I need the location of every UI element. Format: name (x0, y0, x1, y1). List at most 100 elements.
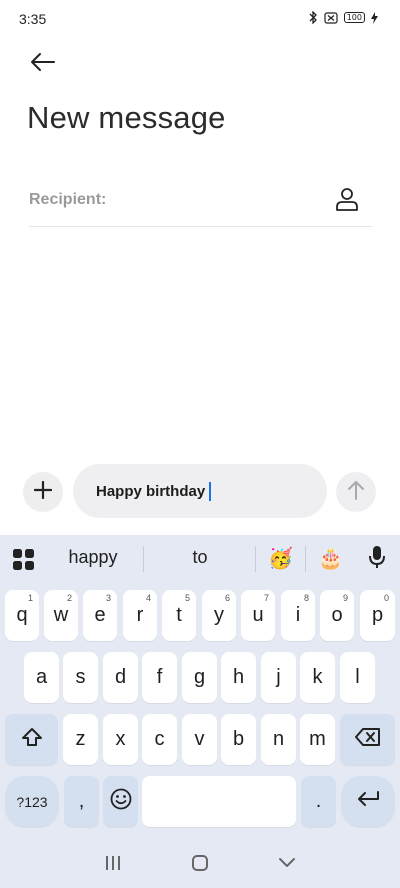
key-label: n (272, 728, 285, 750)
key-n[interactable]: n (261, 714, 296, 765)
arrow-left-icon (29, 52, 55, 77)
emoji-key[interactable] (103, 776, 138, 827)
suggestion-divider (255, 546, 256, 572)
text-cursor (209, 481, 212, 501)
key-u[interactable]: u7 (241, 590, 275, 641)
contact-picker-button[interactable] (334, 186, 360, 212)
key-hint: 5 (184, 593, 190, 603)
key-v[interactable]: v (182, 714, 217, 765)
key-a[interactable]: a (24, 652, 59, 703)
key-label: o (331, 604, 343, 626)
key-label: y (214, 604, 224, 626)
key-hint: 7 (263, 593, 269, 603)
key-comma[interactable]: , (64, 776, 99, 827)
message-text: Happy birthday (96, 482, 206, 500)
symbols-key[interactable]: ?123 (5, 776, 59, 827)
key-g[interactable]: g (182, 652, 217, 703)
key-label: r (136, 604, 144, 626)
key-x[interactable]: x (103, 714, 138, 765)
no-sim-icon (324, 11, 338, 24)
key-m[interactable]: m (300, 714, 335, 765)
chevron-down-icon (278, 856, 296, 874)
send-button[interactable] (336, 472, 376, 512)
key-f[interactable]: f (142, 652, 177, 703)
home-icon (191, 854, 209, 877)
status-icons: 100 (308, 11, 378, 24)
compose-bar: Happy birthday (0, 464, 400, 519)
key-z[interactable]: z (63, 714, 98, 765)
key-hint: 4 (145, 593, 151, 603)
shift-icon (21, 727, 43, 753)
key-q[interactable]: q1 (5, 590, 39, 641)
key-h[interactable]: h (221, 652, 256, 703)
message-input[interactable]: Happy birthday (73, 464, 327, 518)
enter-key[interactable] (341, 776, 395, 827)
key-r[interactable]: r4 (123, 590, 157, 641)
key-label: c (154, 728, 165, 750)
back-button[interactable] (26, 48, 58, 80)
suggestion-divider (143, 546, 144, 572)
key-c[interactable]: c (142, 714, 177, 765)
enter-icon (356, 790, 380, 813)
key-b[interactable]: b (221, 714, 256, 765)
add-attachment-button[interactable] (23, 472, 63, 512)
key-w[interactable]: w2 (44, 590, 78, 641)
key-label: p (371, 604, 384, 626)
key-label: m (309, 728, 326, 750)
arrow-up-icon (347, 480, 365, 505)
key-y[interactable]: y6 (202, 590, 236, 641)
emoji-suggestion[interactable]: 🥳 (268, 546, 293, 571)
bluetooth-icon (308, 11, 318, 24)
key-label: s (75, 666, 86, 688)
key-k[interactable]: k (300, 652, 335, 703)
key-s[interactable]: s (63, 652, 98, 703)
keyboard-menu-button[interactable] (13, 549, 34, 570)
status-bar: 3:35 100 (0, 0, 400, 40)
keyboard: happy to 🥳 🎂 q1 w2 e3 r4 t5 y6 u7 i8 o9 … (0, 535, 400, 888)
key-label: k (312, 666, 323, 688)
key-t[interactable]: t5 (162, 590, 196, 641)
suggestion-word[interactable]: happy (63, 547, 123, 568)
shift-key[interactable] (5, 714, 58, 765)
key-label: l (355, 666, 360, 688)
key-hint: 2 (66, 593, 72, 603)
key-label: e (94, 604, 106, 626)
key-label: a (35, 666, 48, 688)
key-d[interactable]: d (103, 652, 138, 703)
key-label: w (53, 604, 69, 626)
battery-level: 100 (343, 12, 365, 23)
smiley-icon (110, 788, 132, 816)
recents-button[interactable] (103, 855, 123, 874)
voice-input-button[interactable] (363, 544, 391, 574)
backspace-icon (354, 727, 381, 752)
key-label: ?123 (16, 793, 48, 810)
key-p[interactable]: p0 (360, 590, 395, 641)
page-title: New message (27, 100, 226, 135)
suggestion-word[interactable]: to (180, 547, 220, 568)
key-j[interactable]: j (261, 652, 296, 703)
emoji-suggestion[interactable]: 🎂 (318, 546, 343, 571)
key-label: u (252, 604, 264, 626)
backspace-key[interactable] (340, 714, 395, 765)
key-label: v (194, 728, 205, 750)
key-label: i (295, 604, 301, 626)
key-period[interactable]: . (301, 776, 336, 827)
recipient-field[interactable]: Recipient: (29, 182, 372, 227)
mic-icon (369, 545, 385, 574)
dismiss-keyboard-button[interactable] (277, 856, 297, 874)
suggestion-bar: happy to 🥳 🎂 (0, 535, 400, 583)
key-i[interactable]: i8 (281, 590, 315, 641)
key-o[interactable]: o9 (320, 590, 354, 641)
key-hint: 3 (105, 593, 111, 603)
key-e[interactable]: e3 (83, 590, 117, 641)
key-hint: 8 (303, 593, 309, 603)
key-label: , (78, 790, 85, 812)
key-l[interactable]: l (340, 652, 375, 703)
person-icon (334, 188, 360, 216)
key-label: . (315, 790, 322, 812)
key-label: d (114, 666, 127, 688)
key-label: f (156, 666, 163, 688)
space-key[interactable] (142, 776, 296, 827)
key-label: t (176, 604, 182, 626)
home-button[interactable] (190, 854, 210, 877)
